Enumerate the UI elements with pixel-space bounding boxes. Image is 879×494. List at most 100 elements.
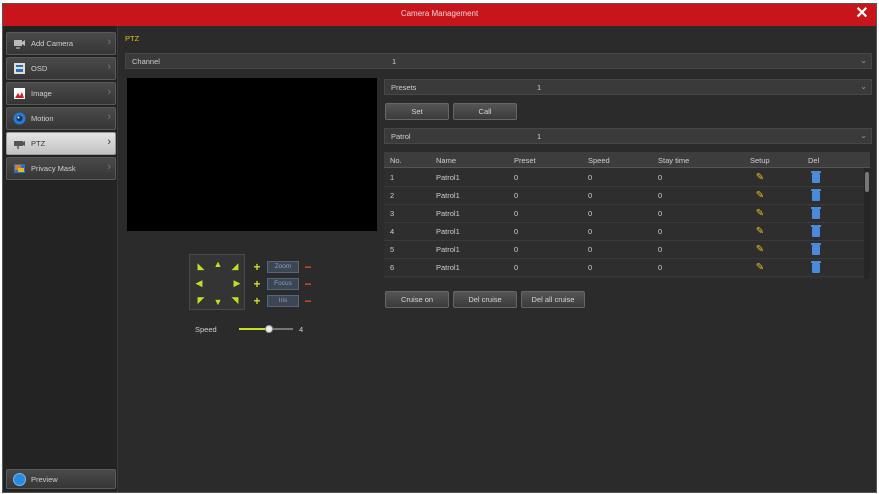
delete-icon[interactable]	[811, 225, 821, 237]
sidebar-item-label: Privacy Mask	[31, 164, 76, 173]
table-cell: 5	[390, 245, 395, 254]
del-cruise-button[interactable]: Del cruise	[453, 291, 517, 308]
table-cell: Patrol1	[436, 227, 460, 236]
col-header-del: Del	[808, 156, 820, 165]
sidebar-item-label: OSD	[31, 64, 48, 73]
edit-icon[interactable]: ✎	[754, 226, 766, 238]
ptz-direction-pad: ◣ ▲ ◢ ◀ ▶ ◤ ▼ ◥	[189, 254, 245, 310]
edit-icon[interactable]: ✎	[754, 190, 766, 202]
camera-add-icon	[14, 40, 25, 49]
delete-icon[interactable]	[811, 243, 821, 255]
table-row[interactable]: 5 Patrol1 0 0 0 ✎	[384, 241, 864, 259]
channel-select[interactable]: Channel 1 ⌄	[125, 53, 872, 69]
focus-out-icon[interactable]: −	[302, 278, 314, 290]
close-icon[interactable]: ✕	[853, 5, 871, 23]
chevron-right-icon: ›	[107, 86, 111, 98]
table-row[interactable]: 2 Patrol1 0 0 0 ✎	[384, 187, 864, 205]
table-cell: Patrol1	[436, 245, 460, 254]
delete-icon[interactable]	[811, 261, 821, 273]
table-cell: 0	[658, 245, 663, 254]
preview-icon	[13, 473, 26, 486]
set-button[interactable]: Set	[385, 103, 449, 120]
table-cell: 0	[658, 209, 663, 218]
sidebar-item-label: Motion	[31, 114, 54, 123]
table-cell: 0	[514, 263, 519, 272]
table-cell: 0	[588, 227, 593, 236]
presets-value: 1	[537, 83, 542, 92]
main-panel: PTZ Channel 1 ⌄ Presets 1 ⌄ Set Call Pat…	[119, 26, 876, 492]
patrol-select[interactable]: Patrol 1 ⌄	[384, 128, 872, 144]
table-scrollbar[interactable]	[864, 168, 870, 279]
col-header-no: No.	[390, 156, 402, 165]
arrow-up-icon[interactable]: ▲	[212, 258, 224, 270]
table-row[interactable]: 4 Patrol1 0 0 0 ✎	[384, 223, 864, 241]
arrow-down-left-icon[interactable]: ◤	[195, 294, 207, 306]
preview-label: Preview	[31, 475, 58, 484]
sidebar-item-motion[interactable]: Motion ›	[6, 107, 116, 130]
zoom-in-icon[interactable]: +	[251, 261, 263, 273]
table-cell: 0	[588, 173, 593, 182]
sidebar-item-ptz[interactable]: PTZ ›	[6, 132, 116, 155]
arrow-left-icon[interactable]: ◀	[193, 277, 205, 289]
speed-slider[interactable]	[239, 325, 293, 333]
motion-icon	[13, 112, 26, 125]
edit-icon[interactable]: ✎	[754, 244, 766, 256]
speed-slider-thumb[interactable]	[264, 325, 273, 333]
iris-open-icon[interactable]: +	[251, 295, 263, 307]
col-header-stay-time: Stay time	[658, 156, 690, 165]
arrow-down-icon[interactable]: ▼	[212, 296, 224, 308]
patrol-label: Patrol	[391, 132, 411, 141]
edit-icon[interactable]: ✎	[754, 208, 766, 220]
table-cell: 0	[514, 227, 519, 236]
channel-label: Channel	[132, 57, 160, 66]
table-cell: 0	[658, 227, 663, 236]
iris-label: Iris	[267, 295, 299, 307]
table-row[interactable]: 3 Patrol1 0 0 0 ✎	[384, 205, 864, 223]
table-cell: 0	[658, 173, 663, 182]
call-button[interactable]: Call	[453, 103, 517, 120]
speed-value: 4	[299, 325, 304, 334]
presets-select[interactable]: Presets 1 ⌄	[384, 79, 872, 95]
table-cell: 0	[514, 173, 519, 182]
scrollbar-thumb[interactable]	[865, 172, 869, 192]
focus-in-icon[interactable]: +	[251, 278, 263, 290]
camera-management-window: Camera Management ✕ Add Camera › OSD › I…	[2, 3, 877, 493]
table-cell: 2	[390, 191, 395, 200]
sidebar-item-privacy-mask[interactable]: Privacy Mask ›	[6, 157, 116, 180]
table-cell: 6	[390, 263, 395, 272]
arrow-up-left-icon[interactable]: ◣	[195, 260, 207, 272]
edit-icon[interactable]: ✎	[754, 172, 766, 184]
speed-label: Speed	[195, 325, 217, 334]
sidebar-item-label: Add Camera	[31, 39, 74, 48]
table-cell: 0	[588, 263, 593, 272]
table-row[interactable]: 1 Patrol1 0 0 0 ✎	[384, 169, 864, 187]
table-row[interactable]: 6 Patrol1 0 0 0 ✎	[384, 259, 864, 277]
col-header-setup: Setup	[750, 156, 770, 165]
delete-icon[interactable]	[811, 207, 821, 219]
presets-label: Presets	[391, 83, 417, 92]
cruise-on-button[interactable]: Cruise on	[385, 291, 449, 308]
zoom-out-icon[interactable]: −	[302, 261, 314, 273]
table-cell: 0	[588, 209, 593, 218]
video-preview	[127, 78, 377, 231]
preview-button[interactable]: Preview	[6, 469, 116, 489]
focus-label: Focus	[267, 278, 299, 290]
delete-icon[interactable]	[811, 171, 821, 183]
col-header-preset: Preset	[514, 156, 536, 165]
iris-close-icon[interactable]: −	[302, 295, 314, 307]
delete-icon[interactable]	[811, 189, 821, 201]
arrow-down-right-icon[interactable]: ◥	[229, 294, 241, 306]
col-header-speed: Speed	[588, 156, 610, 165]
edit-icon[interactable]: ✎	[754, 262, 766, 274]
table-cell: Patrol1	[436, 209, 460, 218]
arrow-right-icon[interactable]: ▶	[231, 277, 243, 289]
sidebar-item-image[interactable]: Image ›	[6, 82, 116, 105]
chevron-right-icon: ›	[107, 136, 111, 148]
ptz-icon	[14, 141, 25, 149]
del-all-cruise-button[interactable]: Del all cruise	[521, 291, 585, 308]
arrow-up-right-icon[interactable]: ◢	[229, 260, 241, 272]
sidebar-item-osd[interactable]: OSD ›	[6, 57, 116, 80]
chevron-down-icon: ⌄	[860, 82, 867, 91]
sidebar-item-add-camera[interactable]: Add Camera ›	[6, 32, 116, 55]
page-title: PTZ	[125, 34, 140, 43]
